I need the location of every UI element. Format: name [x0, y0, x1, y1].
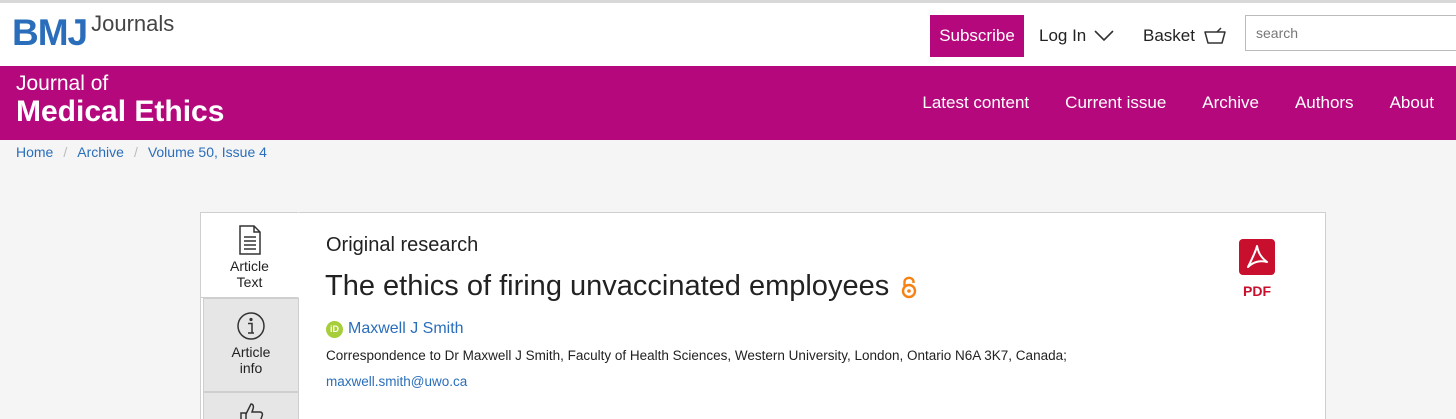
correspondence-text: Correspondence to Dr Maxwell J Smith, Fa… — [326, 348, 1067, 363]
info-icon — [237, 312, 265, 340]
nav-about[interactable]: About — [1390, 93, 1434, 113]
basket-link[interactable]: Basket — [1143, 23, 1227, 49]
article-title: The ethics of firing unvaccinated employ… — [325, 270, 890, 302]
breadcrumb-separator: / — [63, 144, 68, 160]
thumbs-up-icon — [240, 403, 264, 419]
breadcrumb-home[interactable]: Home — [16, 144, 53, 160]
search-input[interactable] — [1245, 15, 1456, 51]
tab-article-info-line1: Article — [231, 344, 271, 360]
breadcrumb-separator: / — [133, 144, 138, 160]
tab-article-info-line2: info — [239, 360, 263, 376]
nav-authors[interactable]: Authors — [1295, 93, 1354, 113]
tab-article-text[interactable]: Article Text — [200, 212, 299, 298]
journal-title-line2: Medical Ethics — [16, 95, 225, 128]
open-access-icon — [901, 275, 917, 299]
bmj-journals-logo[interactable]: BMJ Journals — [12, 11, 174, 55]
article-title-row: The ethics of firing unvaccinated employ… — [325, 270, 917, 303]
basket-icon — [1204, 27, 1226, 44]
subscribe-button[interactable]: Subscribe — [930, 15, 1024, 57]
basket-label: Basket — [1143, 26, 1195, 45]
login-label: Log In — [1039, 26, 1087, 45]
breadcrumb-issue[interactable]: Volume 50, Issue 4 — [148, 144, 267, 160]
pdf-download[interactable]: PDF — [1236, 238, 1278, 299]
logo-journals-text: Journals — [91, 11, 175, 36]
tab-article-info[interactable]: Article info — [203, 298, 299, 392]
tab-article-text-line2: Text — [236, 274, 263, 290]
nav-latest-content[interactable]: Latest content — [922, 93, 1029, 113]
breadcrumb-archive[interactable]: Archive — [77, 144, 124, 160]
login-menu[interactable]: Log In — [1039, 23, 1114, 49]
tab-responses[interactable] — [203, 392, 299, 419]
document-icon — [238, 225, 261, 255]
journal-banner: Journal of Medical Ethics Latest content… — [0, 66, 1456, 140]
author-line: iD Maxwell J Smith — [326, 320, 464, 338]
journal-title-line1: Journal of — [16, 72, 109, 95]
article-side-tabs: Article Text Article info — [200, 212, 299, 419]
chevron-down-icon — [1094, 30, 1114, 42]
pdf-label: PDF — [1243, 283, 1271, 299]
pdf-icon — [1239, 239, 1275, 275]
breadcrumb: Home / Archive / Volume 50, Issue 4 — [16, 144, 267, 160]
author-email-link[interactable]: maxwell.smith@uwo.ca — [326, 374, 467, 389]
tab-article-text-line1: Article — [230, 258, 269, 274]
orcid-icon[interactable]: iD — [326, 320, 343, 338]
logo-bmj-text: BMJ — [12, 12, 88, 53]
nav-current-issue[interactable]: Current issue — [1065, 93, 1166, 113]
journal-nav: Latest content Current issue Archive Aut… — [886, 66, 1434, 140]
article-type: Original research — [326, 234, 479, 256]
author-link[interactable]: Maxwell J Smith — [348, 320, 464, 338]
nav-archive[interactable]: Archive — [1202, 93, 1259, 113]
journal-title[interactable]: Journal of Medical Ethics — [16, 73, 224, 127]
top-header: BMJ Journals Subscribe Log In Basket — [0, 0, 1456, 66]
